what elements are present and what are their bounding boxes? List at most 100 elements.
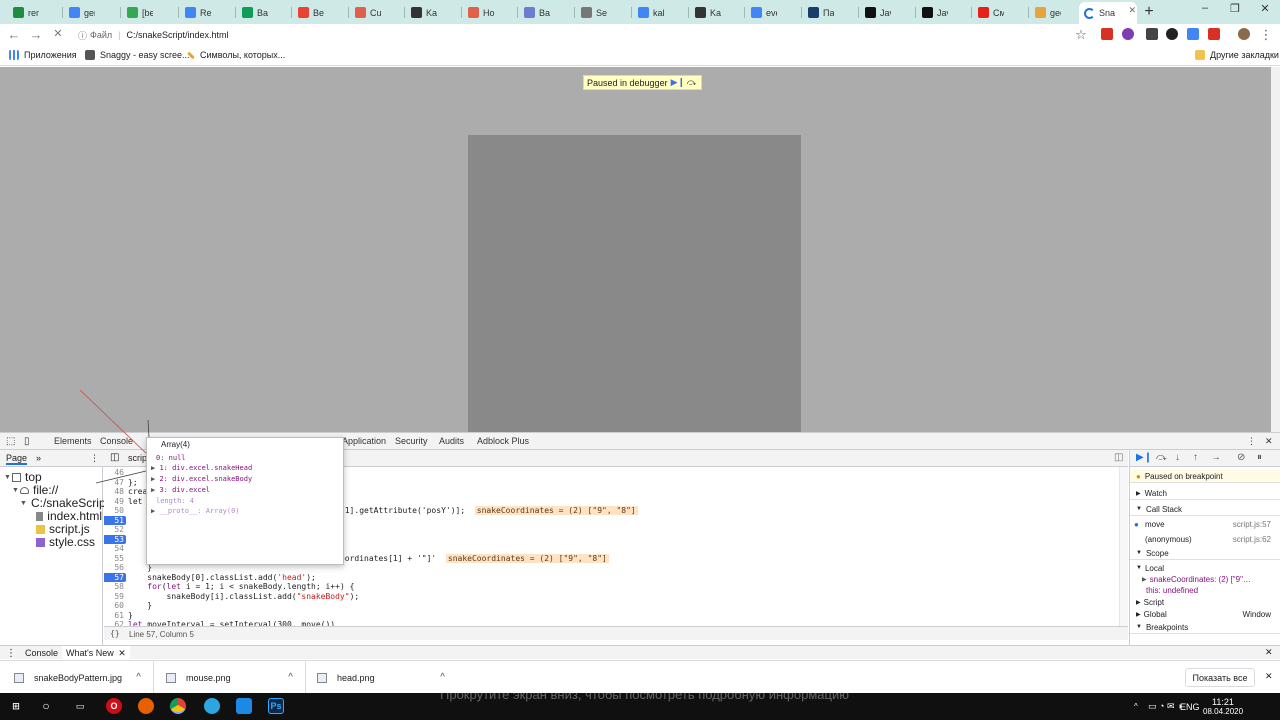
browser-tab[interactable]: Ses bbox=[576, 3, 607, 22]
toggle-debugger-icon[interactable]: ◫ bbox=[1114, 452, 1123, 463]
scope-script[interactable]: ▶ Script bbox=[1130, 596, 1280, 608]
extension-icon[interactable] bbox=[1146, 28, 1158, 40]
step-over-icon[interactable]: ⤼ bbox=[1156, 452, 1167, 463]
array-entry[interactable]: ▶ 3: div.excel bbox=[151, 485, 210, 495]
browser-tab[interactable]: Kak bbox=[690, 3, 721, 22]
line-number[interactable]: 59 bbox=[104, 592, 126, 601]
tab-audits[interactable]: Audits bbox=[439, 436, 464, 446]
forward-icon[interactable]: → bbox=[28, 27, 44, 42]
line-number[interactable]: 55 bbox=[104, 554, 126, 563]
browser-tab[interactable]: Сме bbox=[973, 3, 1004, 22]
bookmark-symbols[interactable]: Символы, которых... bbox=[187, 50, 285, 60]
pause-on-exceptions-icon[interactable]: ⏸ bbox=[1257, 452, 1262, 463]
call-frame[interactable]: ● move script.js:57 bbox=[1130, 518, 1280, 530]
step-out-icon[interactable]: ↑ bbox=[1193, 452, 1198, 463]
adblock-icon[interactable] bbox=[1208, 28, 1220, 40]
tab-active[interactable]: Sna ✕ bbox=[1079, 2, 1137, 24]
line-number[interactable]: 52 bbox=[104, 525, 126, 534]
tab-security[interactable]: Security bbox=[395, 436, 428, 446]
menu-icon[interactable]: ⋮ bbox=[1258, 27, 1274, 43]
opera-icon[interactable]: O bbox=[106, 698, 122, 714]
resume-icon[interactable]: ▶❙ bbox=[1136, 452, 1152, 463]
task-view-icon[interactable]: ▭ bbox=[72, 698, 88, 714]
browser-tab[interactable]: Bak bbox=[519, 3, 550, 22]
tab-adblock-plus[interactable]: Adblock Plus bbox=[477, 436, 529, 446]
firefox-icon[interactable] bbox=[138, 698, 154, 714]
browser-tab[interactable]: Пар bbox=[803, 3, 834, 22]
chevron-up-icon[interactable]: ^ bbox=[288, 672, 293, 683]
clock-date[interactable]: 08.04.2020 bbox=[1203, 707, 1243, 716]
telegram-icon[interactable] bbox=[204, 698, 220, 714]
browser-tab[interactable]: Cur bbox=[350, 3, 381, 22]
array-entry[interactable]: ▶ 2: div.excel.snakeBody bbox=[151, 474, 252, 484]
bookmark-apps[interactable]: Приложения bbox=[9, 50, 77, 60]
back-icon[interactable]: ← bbox=[6, 27, 22, 42]
close-window-button[interactable]: ✕ bbox=[1250, 2, 1280, 15]
line-number[interactable]: 49 bbox=[104, 497, 126, 506]
browser-tab[interactable]: Jav bbox=[917, 3, 948, 22]
photoshop-icon[interactable]: Ps bbox=[268, 698, 284, 714]
browser-tab[interactable]: Rea bbox=[180, 3, 211, 22]
avatar[interactable] bbox=[1238, 28, 1250, 40]
download-item[interactable]: snakeBodyPattern.jpg ^ bbox=[14, 661, 154, 694]
inspect-icon[interactable]: ⬚ bbox=[6, 436, 15, 447]
pretty-print-icon[interactable]: {} bbox=[110, 629, 120, 638]
download-item[interactable]: mouse.png ^ bbox=[166, 661, 306, 694]
tree-item-folder[interactable]: ▼ C:/snakeScript bbox=[20, 496, 109, 510]
drawer-tab-console[interactable]: Console bbox=[25, 648, 58, 658]
windows-start-icon[interactable]: ⊞ bbox=[8, 698, 24, 714]
deactivate-breakpoints-icon[interactable]: ⊘ bbox=[1237, 452, 1245, 463]
tray-up-icon[interactable]: ^ bbox=[1134, 702, 1138, 711]
tree-item-file[interactable]: ▼ file:// bbox=[12, 483, 102, 497]
drawer-tab-whats-new[interactable]: What's New ✕ bbox=[62, 646, 130, 659]
browser-tab[interactable]: kak bbox=[633, 3, 664, 22]
tree-item-script-js[interactable]: script.js bbox=[36, 522, 102, 536]
step-into-icon[interactable]: ↓ bbox=[1175, 452, 1180, 463]
search-icon[interactable]: ○ bbox=[38, 698, 54, 714]
scope-global[interactable]: ▶ Global Window bbox=[1130, 608, 1280, 620]
array-entry[interactable]: ▶ 1: div.excel.snakeHead bbox=[151, 463, 252, 473]
browser-tab[interactable]: Jav bbox=[860, 3, 891, 22]
minimize-button[interactable]: – bbox=[1190, 2, 1220, 14]
browser-tab[interactable]: eve bbox=[746, 3, 777, 22]
breakpoint-line-number[interactable]: 57 bbox=[104, 572, 126, 582]
stop-icon[interactable]: ✕ bbox=[50, 27, 66, 40]
extension-icon[interactable] bbox=[1187, 28, 1199, 40]
devtools-menu-icon[interactable]: ⋮ bbox=[1247, 436, 1256, 447]
browser-tab[interactable]: Bak bbox=[237, 3, 268, 22]
section-call-stack[interactable]: ▼ Call Stack bbox=[1130, 503, 1280, 516]
browser-tab[interactable]: Kak bbox=[406, 3, 437, 22]
browser-tab[interactable]: Bes bbox=[293, 3, 324, 22]
address-bar[interactable]: ⓘ Файл | C:/snakeScript/index.html bbox=[78, 26, 1094, 44]
section-watch[interactable]: ▶ Watch bbox=[1130, 487, 1280, 500]
browser-tab[interactable]: [bet bbox=[122, 3, 153, 22]
tree-item-index-html[interactable]: index.html bbox=[0, 509, 102, 523]
show-all-downloads-button[interactable]: Показать все bbox=[1185, 668, 1255, 687]
extension-icon[interactable] bbox=[1101, 28, 1113, 40]
bookmark-other[interactable]: Другие закладки bbox=[1195, 50, 1279, 60]
bookmark-snaggy[interactable]: Snaggy - easy scree... bbox=[85, 50, 190, 60]
drawer-close-icon[interactable]: ✕ bbox=[1265, 647, 1273, 658]
star-icon[interactable]: ☆ bbox=[1073, 27, 1089, 43]
chevron-up-icon[interactable]: ^ bbox=[440, 672, 445, 683]
line-number[interactable]: 48 bbox=[104, 487, 126, 496]
line-number[interactable]: 58 bbox=[104, 582, 126, 591]
info-icon[interactable]: ⓘ bbox=[78, 29, 87, 42]
browser-tab[interactable]: Hov bbox=[463, 3, 494, 22]
browser-tab[interactable]: gec bbox=[1030, 3, 1061, 22]
line-number[interactable]: 54 bbox=[104, 544, 126, 553]
scope-variable[interactable]: this: undefined bbox=[1130, 584, 1280, 596]
vscode-icon[interactable] bbox=[236, 698, 252, 714]
download-item[interactable]: head.png ^ bbox=[317, 661, 457, 694]
tab-page[interactable]: Page bbox=[6, 453, 28, 465]
breakpoint-line-number[interactable]: 53 bbox=[104, 534, 126, 544]
resume-icon[interactable]: ▶❙ bbox=[671, 77, 685, 88]
step-icon[interactable]: → bbox=[1211, 452, 1221, 463]
chrome-icon[interactable] bbox=[170, 698, 186, 714]
more-tabs-icon[interactable]: » bbox=[36, 453, 41, 463]
new-tab-button[interactable]: + bbox=[1140, 3, 1158, 21]
tab-application[interactable]: Application bbox=[342, 436, 386, 446]
close-shelf-icon[interactable]: ✕ bbox=[1265, 671, 1273, 682]
close-icon[interactable]: ✕ bbox=[1128, 5, 1136, 16]
devtools-close-icon[interactable]: ✕ bbox=[1265, 436, 1273, 447]
